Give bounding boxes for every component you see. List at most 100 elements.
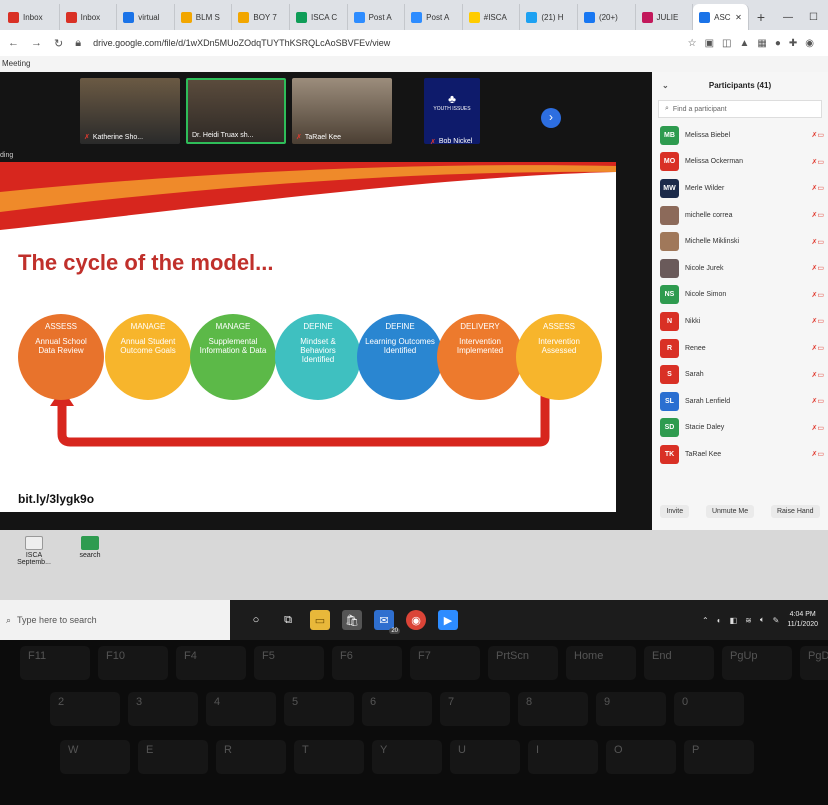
participant-row[interactable]: S Sarah ✗▭ [652,361,828,388]
chrome-icon[interactable]: ◉ [406,610,426,630]
reload-icon[interactable]: ↻ [54,37,63,50]
browser-tab[interactable]: Post A [348,4,406,30]
raise-hand-button[interactable]: Raise Hand [770,505,820,518]
muted-mic-icon: ✗▭ [811,238,824,246]
new-tab-button[interactable]: + [749,4,773,30]
muted-mic-icon: ✗▭ [811,345,824,353]
muted-mic-icon: ✗▭ [811,265,824,273]
browser-tab[interactable]: BLM S [175,4,233,30]
muted-mic-icon: ✗ [296,134,302,141]
participant-row[interactable]: Michelle Miklinski ✗▭ [652,228,828,255]
address-bar[interactable]: drive.google.com/file/d/1wXDn5MUoZOdqTUY… [93,38,676,48]
browser-tab-active[interactable]: ASC ✕ [693,4,749,30]
file-explorer-icon[interactable]: ▭ [310,610,330,630]
participant-row[interactable]: MO Melissa Ockerman ✗▭ [652,149,828,176]
mail-icon[interactable]: ✉ 20 [374,610,400,634]
taskbar-search-input[interactable]: ⌕ Type here to search [0,600,230,640]
cycle-step-assess: ASSESS Intervention Assessed [516,314,602,400]
avatar [660,258,679,278]
browser-tab[interactable]: BOY 7 [232,4,290,30]
browser-tab[interactable]: #ISCA [463,4,521,30]
browser-tab[interactable]: Inbox [2,4,60,30]
laptop-keyboard: F11 F10 F4 F5 F6 F7 PrtScn Home End PgUp… [0,640,828,805]
gmail-icon [8,11,19,23]
desktop-shortcut-icon[interactable]: search [70,536,110,559]
browser-tab[interactable]: ISCA C [290,4,348,30]
isca-icon [295,11,307,23]
browser-tab[interactable]: Inbox [60,4,118,30]
puzzle-icon[interactable]: ✚ [789,38,797,49]
browser-toolbar: ← → ↻ 🔒︎ drive.google.com/file/d/1wXDn5M… [0,30,828,56]
video-thumbnail-active[interactable]: Dr. Heidi Truax sh... [186,78,286,144]
keyboard-key: F4 [176,646,246,680]
sharing-label: ding [0,152,14,159]
maximize-icon[interactable]: ☐ [809,12,818,23]
unmute-button[interactable]: Unmute Me [705,505,755,518]
cycle-step-manage: MANAGE Supplemental Information & Data [190,314,276,400]
muted-mic-icon: ✗ [430,139,436,146]
forward-icon[interactable]: → [31,37,42,49]
video-thumbnail[interactable]: ✗ Katherine Sho... [80,78,180,144]
search-icon: ⌕ [665,105,669,112]
pen-icon[interactable]: ✎ [773,616,780,625]
keyboard-key: F5 [254,646,324,680]
muted-mic-icon: ✗▭ [811,158,824,166]
lock-icon: 🔒︎ [75,36,82,49]
gmail-icon [65,11,77,23]
participant-row[interactable]: Nicole Jurek ✗▭ [652,255,828,282]
browser-tab[interactable]: virtual [117,4,175,30]
minimize-icon[interactable]: — [783,12,793,23]
extension-icon[interactable]: ▣ [705,38,714,49]
avatar [660,205,679,225]
extension-icon[interactable]: ▦ [757,38,766,49]
keyboard-key: R [216,740,286,774]
participant-row[interactable]: MB Melissa Biebel ✗▭ [652,122,828,149]
keyboard-key: PgDn [800,646,828,680]
keyboard-key: E [138,740,208,774]
participant-row[interactable]: SD Stacie Daley ✗▭ [652,415,828,442]
zoom-icon[interactable]: ▶ [438,610,458,630]
participant-row[interactable]: N Nikki ✗▭ [652,308,828,335]
wifi-icon[interactable]: ≋ [745,616,752,625]
twitter-icon [526,11,538,23]
browser-tab[interactable]: (21) H [520,4,578,30]
desktop-file-icon[interactable]: ISCA Septemb... [14,536,54,566]
back-icon[interactable]: ← [8,37,19,49]
participant-row[interactable]: NS Nicole Simon ✗▭ [652,282,828,309]
store-icon[interactable]: 🛍︎ [342,610,362,630]
invite-button[interactable]: Invite [660,505,690,518]
browser-tab[interactable]: Post A [405,4,463,30]
participant-row[interactable]: SL Sarah Lenfield ✗▭ [652,388,828,415]
meeting-area: ✗ Katherine Sho... Dr. Heidi Truax sh... … [0,72,652,530]
muted-mic-icon: ✗▭ [811,318,824,326]
participant-search-input[interactable]: ⌕ Find a participant [658,100,822,118]
chevron-up-icon[interactable]: ⌃ [702,616,709,625]
cortana-icon[interactable]: ○ [246,610,266,630]
next-page-button[interactable]: › [541,108,561,128]
extensions-bar: ☆ ▣ ◫ ▲ ▦ ● ✚ ◉ [688,38,820,49]
volume-icon[interactable]: 🔈︎ [760,615,765,625]
browser-tab[interactable]: JULIE [636,4,694,30]
keyboard-key: 4 [206,692,276,726]
participant-row[interactable]: MW Merle Wilder ✗▭ [652,175,828,202]
task-view-icon[interactable]: ⧉ [278,610,298,630]
participant-row[interactable]: TK TaRael Kee ✗▭ [652,441,828,468]
keyboard-key: I [528,740,598,774]
participants-actions: Invite Unmute Me Raise Hand [652,505,828,518]
participant-row[interactable]: R Renee ✗▭ [652,335,828,362]
extension-icon[interactable]: ▲ [739,38,749,49]
chevron-down-icon[interactable]: ⌄ [662,81,669,90]
participant-row[interactable]: michelle correa ✗▭ [652,202,828,229]
close-tab-icon[interactable]: ✕ [735,13,742,22]
star-icon[interactable]: ☆ [688,38,697,49]
video-thumbnail[interactable]: ♣ YOUTH ISSUES [424,78,480,144]
extension-icon[interactable]: ◫ [722,38,731,49]
tray-icon[interactable]: ◧ [730,616,738,625]
video-thumbnail[interactable]: ✗ TaRael Kee [292,78,392,144]
taskbar-clock[interactable]: 4:04 PM 11/1/2020 [787,610,818,630]
extension-icon[interactable]: ● [775,38,781,49]
browser-tab[interactable]: (20+) [578,4,636,30]
tray-icon[interactable]: ◐ [717,616,722,625]
avatar[interactable]: ◉ [805,38,814,49]
keyboard-key: 6 [362,692,432,726]
